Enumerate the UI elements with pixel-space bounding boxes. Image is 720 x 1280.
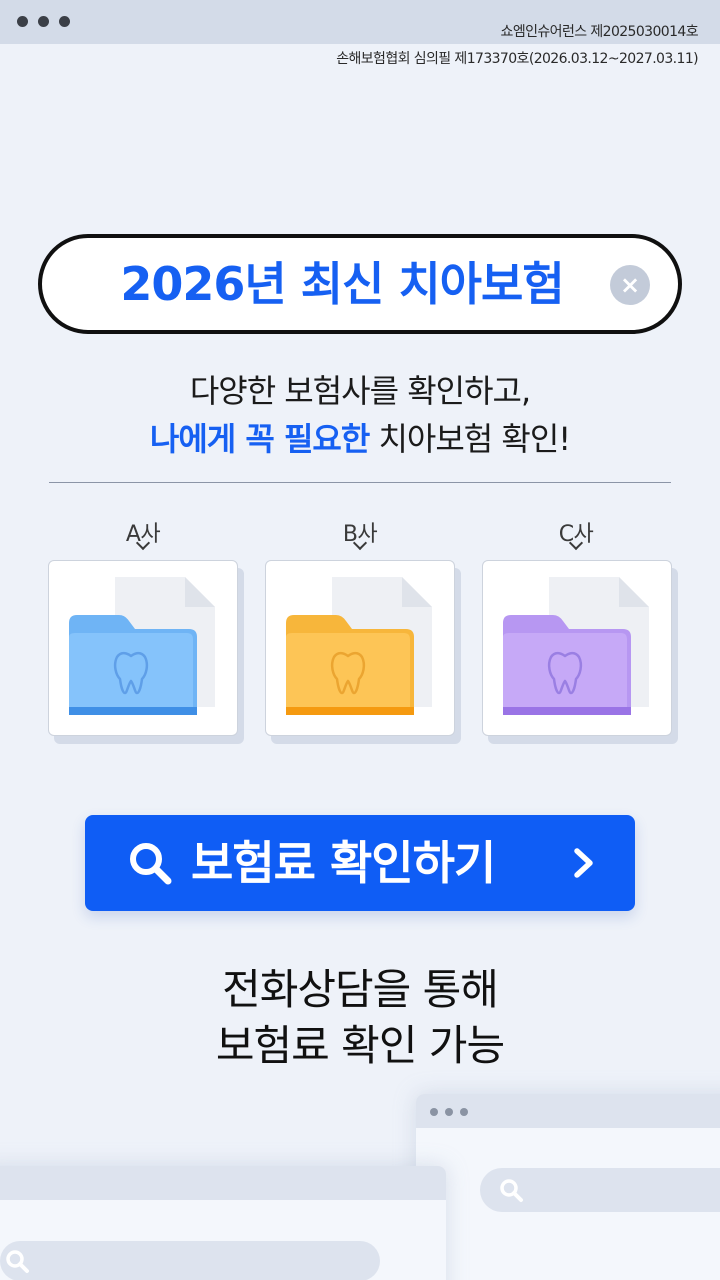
insurer-card-a[interactable] (48, 560, 238, 736)
search-query: 2026년 최신 치아보험 (120, 257, 564, 311)
window-dot-icon (460, 1108, 468, 1116)
subtitle-rest: 치아보험 확인! (369, 420, 571, 458)
search-icon (6, 1250, 29, 1273)
info-line-2: 보험료 확인 가능 (215, 1021, 505, 1070)
window-dot-icon (430, 1108, 438, 1116)
folder-icon (286, 577, 432, 715)
subtitle-highlight: 나에게 꼭 필요한 (149, 420, 370, 458)
search-icon (130, 843, 172, 885)
window-dot-icon (17, 16, 28, 27)
folder-icon (69, 577, 215, 715)
window-dot-icon (59, 16, 70, 27)
chevron-right-icon (574, 848, 593, 878)
search-bar[interactable]: 2026년 최신 치아보험 × (38, 234, 682, 334)
check-premium-button[interactable]: 보험료 확인하기 (85, 815, 635, 911)
insurer-card-b[interactable] (265, 560, 455, 736)
info-line-1: 전화상담을 통해 (222, 965, 499, 1014)
divider (49, 482, 671, 483)
window-dot-icon (38, 16, 49, 27)
search-icon (500, 1179, 523, 1202)
close-icon[interactable]: × (610, 265, 650, 305)
decorative-browser-window-right (416, 1094, 720, 1280)
subtitle-line-1: 다양한 보험사를 확인하고, (189, 372, 531, 410)
subtitle-line-2: 나에게 꼭 필요한 치아보험 확인! (0, 414, 720, 460)
folder-icon (503, 577, 649, 715)
decorative-search-field (480, 1168, 720, 1212)
check-premium-label: 보험료 확인하기 (191, 836, 496, 890)
decorative-window-bar (0, 1166, 446, 1200)
compliance-line-1: 쇼엠인슈어런스 제2025030014호 (500, 24, 699, 40)
window-dot-icon (445, 1108, 453, 1116)
decorative-browser-window-left (0, 1166, 446, 1280)
decorative-search-field (0, 1241, 380, 1280)
compliance-line-2: 손해보험협회 심의필 제173370호(2026.03.12~2027.03.1… (336, 51, 698, 67)
insurer-card-c[interactable] (482, 560, 672, 736)
